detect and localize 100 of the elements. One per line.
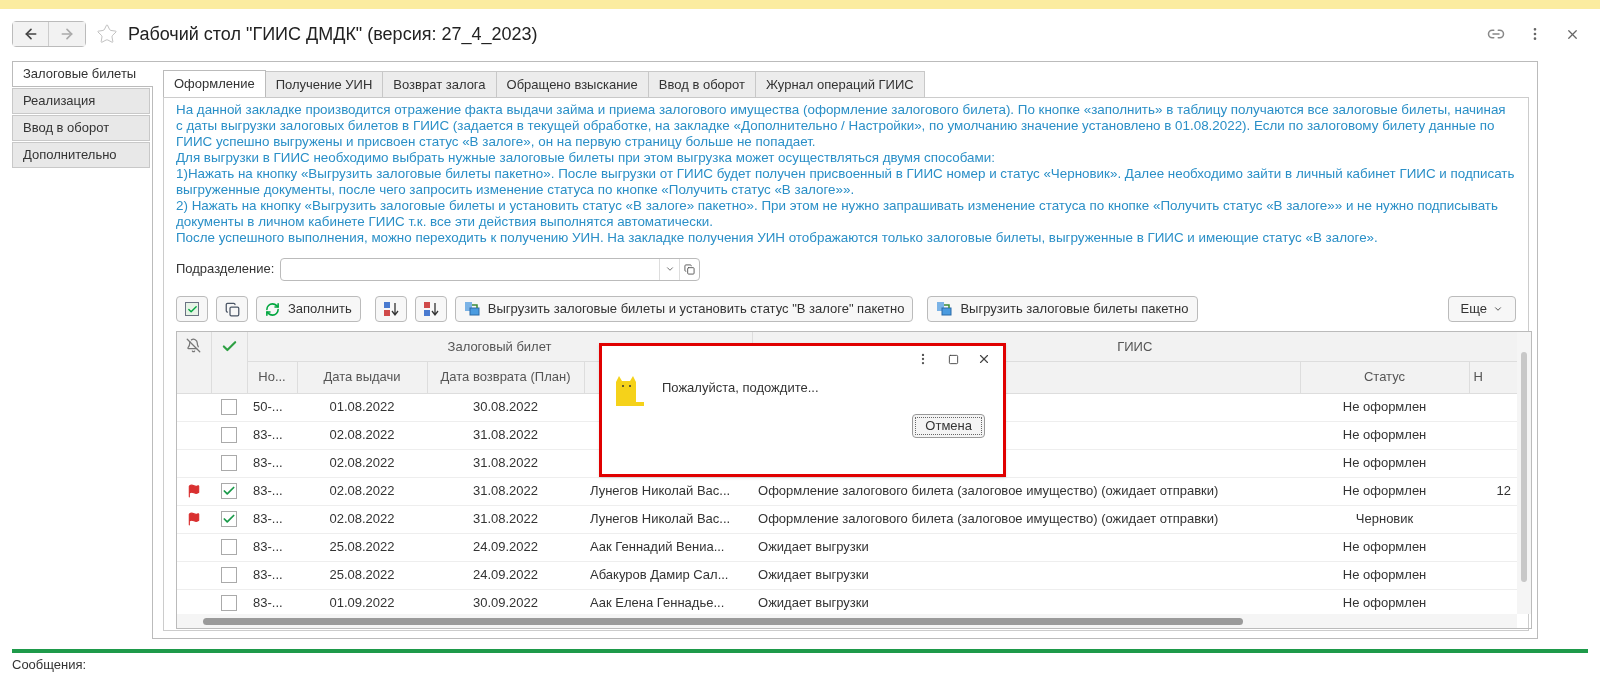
table-cell: Аак Геннадий Вениа...	[590, 539, 725, 555]
row-checkbox[interactable]	[221, 567, 237, 583]
table-cell: 83-...	[253, 427, 283, 443]
table-cell: Не оформлен	[1342, 567, 1427, 583]
dropdown-icon	[1493, 304, 1503, 314]
table-cell: 31.08.2022	[472, 427, 539, 443]
window-title: Рабочий стол "ГИИС ДМДК" (версия: 27_4_2023)	[128, 22, 538, 47]
tab[interactable]: Журнал операций ГИИС	[755, 71, 925, 98]
info-paragraph: 1)Нажать на кнопку «Выгрузить залоговые билеты пакетно». После выгрузки от ГИИС будет получен присвоенный в ГИИС номер и статус «Черновик». Далее необходимо зайти в личный кабинет ГИИС и подписать выгруженные документы, после чего запросить изменение статуса по кнопке «Получить статус «В залоге»».	[176, 166, 1516, 198]
forward-arrow-icon	[59, 26, 75, 42]
table-cell: 25.08.2022	[329, 567, 395, 583]
table-cell: 30.08.2022	[472, 399, 539, 415]
tab[interactable]: Оформление	[163, 70, 266, 97]
wait-message: Пожалуйста, подождите...	[662, 379, 819, 398]
table-cell: Лунегов Николай Вас...	[590, 511, 731, 527]
table-cell: Ожидает выгрузки	[758, 595, 869, 611]
table-cell: Не оформлен	[1342, 483, 1427, 499]
table-cell: 25.08.2022	[329, 539, 395, 555]
column-header[interactable]: Статус	[1300, 361, 1470, 393]
row-checkbox[interactable]	[221, 483, 237, 499]
vertical-scrollbar[interactable]	[1517, 332, 1531, 614]
info-paragraph: Для выгрузки в ГИИС необходимо выбрать нужные залоговые билеты при этом выгрузка может осуществляться двумя способами:	[176, 150, 996, 166]
favorite-star-icon[interactable]	[96, 23, 118, 45]
toolbar-button[interactable]: Выгрузить залоговые билеты пакетно	[927, 296, 1198, 322]
horizontal-scrollbar[interactable]	[177, 614, 1517, 628]
toolbar-icon-button[interactable]	[374, 296, 407, 322]
toolbar-icon-button[interactable]	[414, 296, 447, 322]
table-cell: 83-...	[253, 455, 283, 471]
toolbar-icon-button[interactable]	[176, 296, 208, 322]
row-checkbox[interactable]	[221, 399, 237, 415]
table-cell: Не оформлен	[1342, 595, 1427, 611]
flag-icon	[187, 484, 201, 498]
flag-icon	[187, 512, 201, 526]
tab[interactable]: Ввод в оборот	[648, 71, 756, 98]
table-cell: 24.09.2022	[472, 539, 539, 555]
sort-descending-icon	[422, 301, 439, 317]
column-header[interactable]: Дата выдачи	[297, 361, 427, 393]
refresh-icon	[265, 301, 280, 317]
table-cell: 02.08.2022	[329, 483, 395, 499]
tab[interactable]: Обращено взыскание	[496, 71, 649, 98]
row-checkbox[interactable]	[221, 539, 237, 555]
close-icon[interactable]	[977, 352, 991, 366]
check-all-icon	[185, 302, 199, 316]
cancel-button[interactable]: Отмена	[912, 414, 985, 438]
column-header[interactable]: Но...	[247, 361, 297, 393]
open-icon[interactable]	[684, 263, 696, 275]
table-cell: Черновик	[1355, 511, 1414, 527]
table-cell: 02.08.2022	[329, 511, 395, 527]
more-button[interactable]: Еще	[1447, 296, 1516, 322]
table-cell: 31.08.2022	[472, 455, 539, 471]
upload-icon	[463, 301, 480, 317]
table-cell: 01.09.2022	[329, 595, 395, 611]
table-cell: 83-...	[253, 595, 283, 611]
side-tab[interactable]: Дополнительно	[12, 142, 150, 168]
side-tab[interactable]: Реализация	[12, 88, 150, 114]
info-paragraph: После успешного выполнения, можно переходить к получению УИН. На закладке получения УИН отображаются только залоговые билеты, выгруженные в ГИИС и имеющие статус «В залоге».	[176, 230, 1379, 246]
table-cell: 01.08.2022	[329, 399, 395, 415]
toolbar-button[interactable]: Выгрузить залоговые билеты и установить статус "В залоге" пакетно	[454, 296, 914, 322]
maximize-icon[interactable]	[948, 353, 959, 365]
table-cell: Лунегов Николай Вас...	[590, 483, 731, 499]
messages-label: Сообщения:	[12, 657, 87, 672]
table-cell: 12	[1496, 483, 1512, 499]
tab[interactable]: Возврат залога	[383, 71, 497, 98]
table-cell: 83-...	[253, 539, 283, 555]
table-cell: 02.08.2022	[329, 427, 395, 443]
back-button[interactable]	[13, 22, 49, 46]
table-cell: 31.08.2022	[472, 511, 539, 527]
table-cell: Не оформлен	[1342, 399, 1427, 415]
table-cell: Абакуров Дамир Сал...	[590, 567, 729, 583]
table-cell: Не оформлен	[1342, 539, 1427, 555]
row-checkbox[interactable]	[221, 511, 237, 527]
table-cell: 02.08.2022	[329, 455, 395, 471]
dropdown-icon[interactable]	[664, 264, 675, 274]
info-paragraph: На данной закладке производится отражение факта выдачи займа и приема залогового имущества (оформление залогового билета). По кнопке «заполнить» в таблицу получаются все залоговые билеты, начиная с даты выгрузки залоговых билетов в ГИИС (задается в текущей обработке, на закладке «Дополнительно / Настройки», по умолчанию значение установлено в 01.08.2022). Если по залоговому билету данные по ГИИС успешно выгружены и присвоен статус «В залоге», он на первую страницу больше не попадает.	[176, 102, 1507, 150]
table-cell: Ожидает выгрузки	[758, 539, 869, 555]
table-cell: 83-...	[253, 511, 283, 527]
row-checkbox[interactable]	[221, 427, 237, 443]
table-cell: Не оформлен	[1342, 427, 1427, 443]
table-cell: 83-...	[253, 483, 283, 499]
table-cell: Не оформлен	[1342, 455, 1427, 471]
toolbar-icon-button[interactable]	[216, 296, 248, 322]
notification-off-icon[interactable]	[186, 338, 202, 353]
table-cell: Аак Елена Геннадье...	[590, 595, 725, 611]
table-cell: 83-...	[253, 567, 283, 583]
subdivision-field[interactable]	[280, 257, 701, 281]
side-tab[interactable]: Залоговые билеты	[12, 61, 153, 87]
table-cell: Оформление залогового билета (залоговое имущество) (ожидает отправки)	[758, 511, 1219, 527]
column-header[interactable]: Дата возврата (План)	[427, 361, 584, 393]
tab[interactable]: Получение УИН	[265, 71, 384, 98]
table-cell: Ожидает выгрузки	[758, 567, 869, 583]
toolbar-button[interactable]: Заполнить	[256, 296, 361, 322]
side-tab[interactable]: Ввод в оборот	[12, 115, 150, 141]
sort-ascending-icon	[382, 301, 399, 317]
row-checkbox[interactable]	[221, 455, 237, 471]
upload-icon	[936, 301, 953, 317]
table-cell: 24.09.2022	[472, 567, 539, 583]
uncheck-all-icon	[224, 301, 240, 317]
row-checkbox[interactable]	[221, 595, 237, 611]
table-cell: 30.09.2022	[472, 595, 539, 611]
info-paragraph: 2) Нажать на кнопку «Выгрузить залоговые билеты и установить статус «В залоге» пакетно». При этом не нужно запрашивать изменение статуса по кнопке «Получить статус «В залоге»» и не нужно подписывать документы в личном кабинете ГИИС т.к. все эти действия выполнятся автоматически.	[176, 198, 1499, 230]
